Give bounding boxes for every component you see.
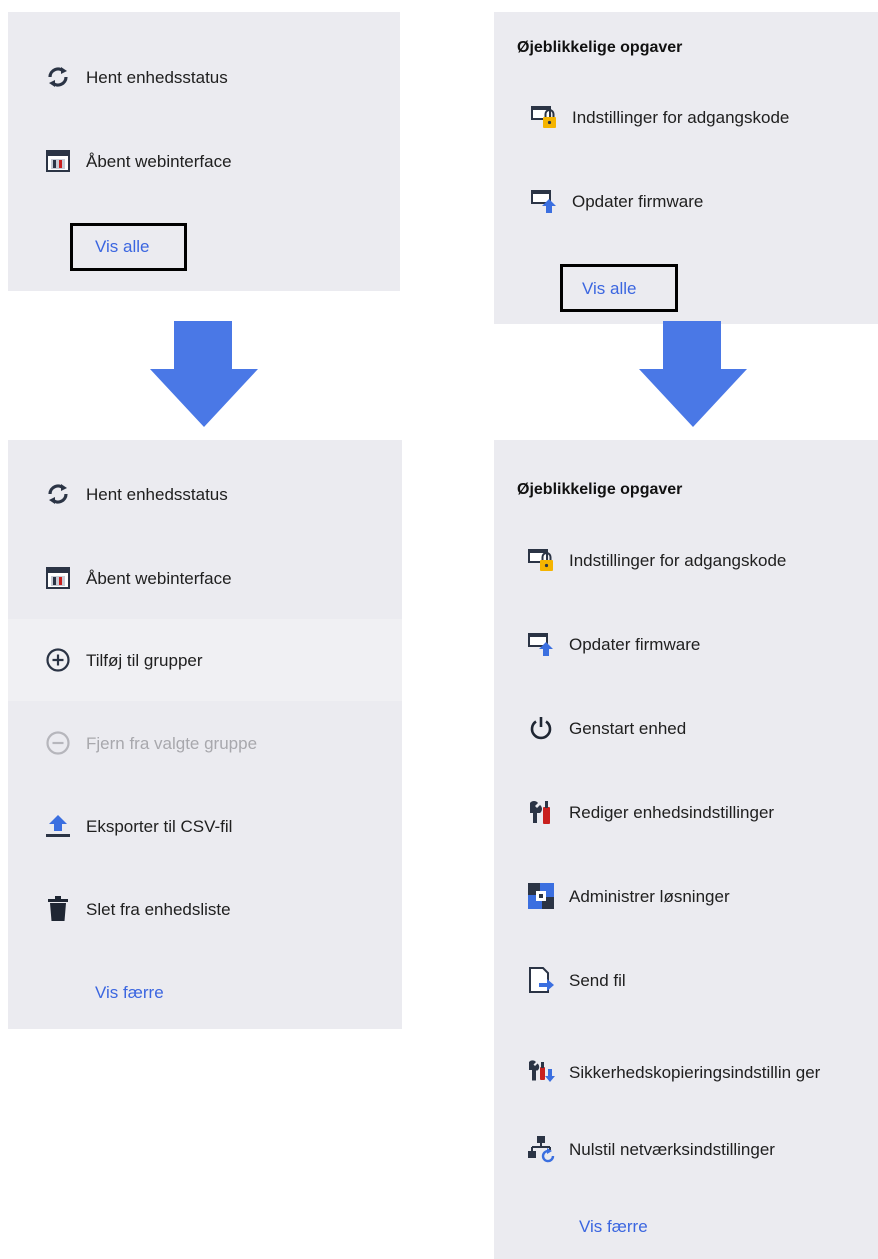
item-label: Fjern fra valgte gruppe bbox=[86, 733, 258, 753]
item-label: Åbent webinterface bbox=[86, 151, 232, 171]
refresh-icon bbox=[44, 480, 72, 508]
item-label: Opdater firmware bbox=[572, 191, 704, 211]
backup-settings-icon bbox=[527, 1058, 555, 1086]
send-file-item[interactable]: Send fil bbox=[494, 960, 878, 1000]
password-settings-icon bbox=[527, 546, 555, 574]
item-label: Tilføj til grupper bbox=[86, 650, 203, 670]
item-label: Indstillinger for adgangskode bbox=[569, 550, 787, 570]
arrow-down-icon bbox=[639, 321, 747, 427]
delete-from-list-item[interactable]: Slet fra enhedsliste bbox=[8, 889, 402, 929]
export-upload-icon bbox=[44, 812, 72, 840]
device-actions-panel-expanded: Hent enhedsstatus Åbent webinterface Til… bbox=[8, 440, 402, 1029]
instant-tasks-panel-collapsed: Øjeblikkelige opgaver Indstillinger for … bbox=[494, 12, 878, 324]
add-to-groups-item[interactable]: Tilføj til grupper bbox=[8, 619, 402, 701]
get-device-status-item[interactable]: Hent enhedsstatus bbox=[8, 57, 400, 97]
web-interface-icon bbox=[44, 147, 72, 175]
open-web-interface-item[interactable]: Åbent webinterface bbox=[8, 141, 400, 181]
web-interface-icon bbox=[44, 564, 72, 592]
refresh-icon bbox=[44, 63, 72, 91]
password-settings-icon bbox=[530, 103, 558, 131]
edit-device-settings-item[interactable]: Rediger enhedsindstillinger bbox=[494, 792, 878, 832]
item-label: Hent enhedsstatus bbox=[86, 67, 228, 87]
panel-title: Øjeblikkelige opgaver bbox=[517, 39, 683, 56]
panel-title: Øjeblikkelige opgaver bbox=[517, 481, 683, 498]
device-settings-icon bbox=[527, 798, 555, 826]
show-all-highlight bbox=[70, 223, 187, 271]
item-label: Eksporter til CSV-fil bbox=[86, 816, 233, 836]
restart-device-item[interactable]: Genstart enhed bbox=[494, 708, 878, 748]
arrow-down-icon bbox=[150, 321, 258, 427]
open-web-interface-item[interactable]: Åbent webinterface bbox=[8, 558, 402, 598]
password-settings-item[interactable]: Indstillinger for adgangskode bbox=[494, 540, 878, 580]
show-less-link[interactable]: Vis færre bbox=[95, 983, 164, 1003]
instant-tasks-panel-expanded: Øjeblikkelige opgaver Indstillinger for … bbox=[494, 440, 878, 1259]
add-circle-icon bbox=[44, 646, 72, 674]
item-label: Opdater firmware bbox=[569, 634, 701, 654]
get-device-status-item[interactable]: Hent enhedsstatus bbox=[8, 474, 402, 514]
show-all-highlight bbox=[560, 264, 678, 312]
reset-network-icon bbox=[527, 1135, 555, 1163]
export-csv-item[interactable]: Eksporter til CSV-fil bbox=[8, 806, 402, 846]
send-file-icon bbox=[527, 966, 555, 994]
item-label: Rediger enhedsindstillinger bbox=[569, 802, 775, 822]
item-label: Genstart enhed bbox=[569, 718, 687, 738]
backup-settings-item[interactable]: Sikkerhedskopieringsindstillin ger bbox=[494, 1043, 878, 1101]
reset-network-settings-item[interactable]: Nulstil netværksindstillinger bbox=[494, 1129, 878, 1169]
remove-from-group-item: Fjern fra valgte gruppe bbox=[8, 723, 402, 763]
update-firmware-icon bbox=[530, 187, 558, 215]
item-label: Slet fra enhedsliste bbox=[86, 899, 231, 919]
item-label: Indstillinger for adgangskode bbox=[572, 107, 790, 127]
item-label: Nulstil netværksindstillinger bbox=[569, 1139, 775, 1159]
show-less-link[interactable]: Vis færre bbox=[579, 1217, 648, 1237]
trash-icon bbox=[44, 895, 72, 923]
item-label: Åbent webinterface bbox=[86, 568, 232, 588]
power-icon bbox=[527, 714, 555, 742]
update-firmware-icon bbox=[527, 630, 555, 658]
item-label: Hent enhedsstatus bbox=[86, 484, 228, 504]
password-settings-item[interactable]: Indstillinger for adgangskode bbox=[494, 97, 878, 137]
update-firmware-item[interactable]: Opdater firmware bbox=[494, 181, 878, 221]
device-actions-panel-collapsed: Hent enhedsstatus Åbent webinterface Vis… bbox=[8, 12, 400, 291]
remove-circle-icon bbox=[44, 729, 72, 757]
item-label: Sikkerhedskopieringsindstillin ger bbox=[569, 1062, 821, 1082]
item-label: Administrer løsninger bbox=[569, 886, 730, 906]
item-label: Send fil bbox=[569, 970, 626, 990]
solutions-icon bbox=[527, 882, 555, 910]
manage-solutions-item[interactable]: Administrer løsninger bbox=[494, 876, 878, 916]
update-firmware-item[interactable]: Opdater firmware bbox=[494, 624, 878, 664]
